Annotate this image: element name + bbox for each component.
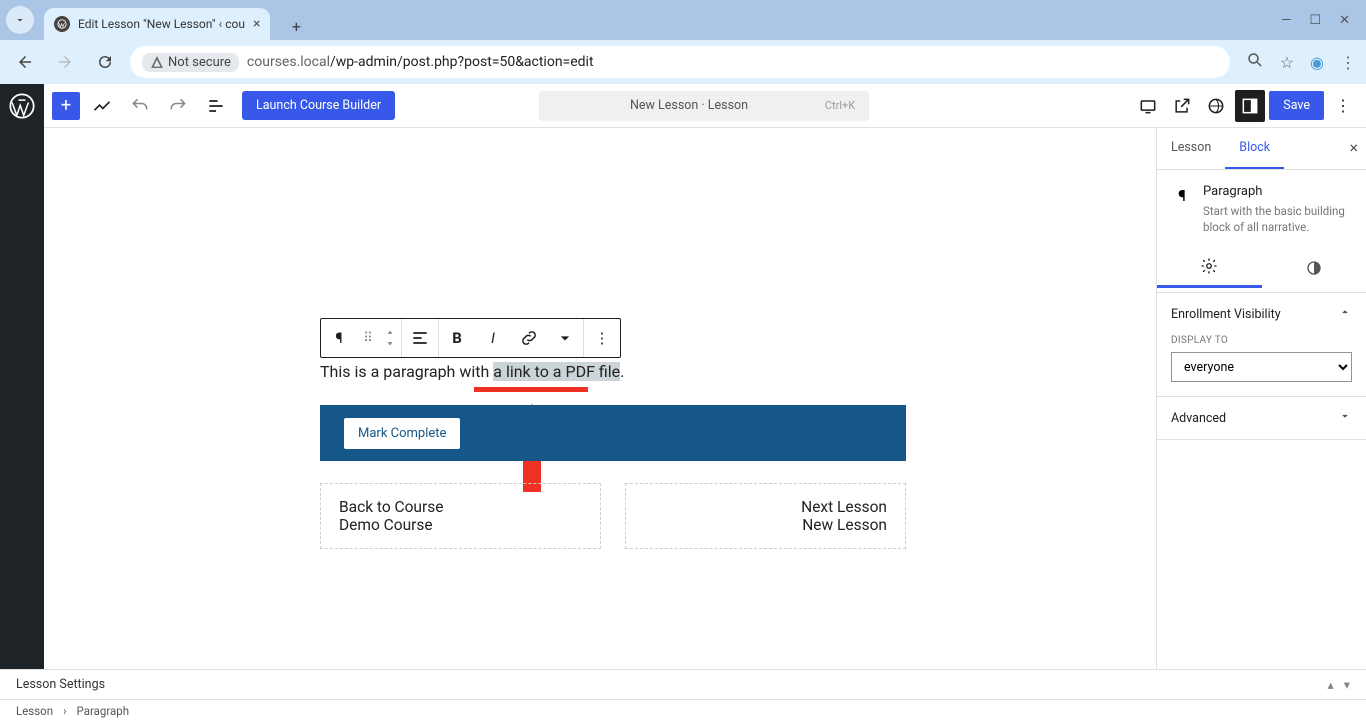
contrast-icon: [1305, 259, 1323, 277]
chevron-right-icon: ›: [63, 704, 66, 718]
drag-handle-icon[interactable]: ⠿: [357, 319, 379, 357]
extension-globe-icon[interactable]: ◉: [1310, 53, 1324, 72]
zoom-icon[interactable]: [1246, 51, 1264, 73]
forward-button[interactable]: [50, 47, 80, 77]
paragraph-type-icon[interactable]: ¶: [321, 319, 357, 357]
chevron-down-icon: [1338, 409, 1352, 427]
url-text: courses.local/wp-admin/post.php?post=50&…: [247, 54, 594, 70]
undo-button[interactable]: [124, 90, 156, 122]
editor-canvas[interactable]: ¶ ⠿ B I: [44, 128, 1156, 699]
collapse-up-icon[interactable]: ▴: [1327, 677, 1333, 693]
warning-icon: [150, 55, 164, 69]
wp-admin-sidebar[interactable]: [0, 84, 44, 699]
align-button[interactable]: [402, 319, 438, 357]
save-button[interactable]: Save: [1269, 91, 1324, 120]
tab-title: Edit Lesson "New Lesson" ‹ cou: [78, 17, 245, 31]
more-formatting-icon[interactable]: [547, 319, 583, 357]
move-arrows-icon[interactable]: [379, 319, 401, 357]
editor-header: + Launch Course Builder New Lesson · Les…: [44, 84, 1366, 128]
settings-sidebar-button[interactable]: [1235, 90, 1265, 122]
tab-block[interactable]: Block: [1225, 128, 1284, 169]
selected-text[interactable]: a link to a PDF file: [493, 362, 620, 381]
chevron-up-icon: [1338, 305, 1352, 323]
styles-tab[interactable]: [1262, 247, 1366, 288]
launch-course-builder-button[interactable]: Launch Course Builder: [242, 91, 395, 120]
prev-lesson-card[interactable]: Back to Course Demo Course: [320, 483, 601, 549]
link-button[interactable]: [511, 319, 547, 357]
block-info: ¶ Paragraph Start with the basic buildin…: [1157, 170, 1366, 243]
astra-button[interactable]: [1201, 90, 1231, 122]
display-to-select[interactable]: everyone: [1171, 352, 1352, 382]
security-chip[interactable]: Not secure: [142, 53, 239, 72]
collapse-down-icon[interactable]: ▾: [1344, 677, 1350, 693]
chrome-menu-icon[interactable]: ⋮: [1340, 53, 1356, 72]
address-bar: Not secure courses.local/wp-admin/post.p…: [0, 40, 1366, 84]
paragraph-block[interactable]: This is a paragraph with a link to a PDF…: [320, 362, 624, 381]
maximize-icon[interactable]: ☐: [1309, 13, 1321, 28]
mark-complete-bar: Mark Complete: [320, 405, 906, 461]
crumb-paragraph[interactable]: Paragraph: [77, 704, 130, 718]
document-title-bar[interactable]: New Lesson · Lesson Ctrl+K: [539, 91, 869, 121]
redo-button[interactable]: [162, 90, 194, 122]
add-block-button[interactable]: +: [52, 92, 80, 120]
reload-button[interactable]: [90, 47, 120, 77]
italic-button[interactable]: I: [475, 319, 511, 357]
gear-icon: [1200, 257, 1218, 275]
close-window-icon[interactable]: ✕: [1339, 13, 1350, 28]
breadcrumb: Lesson › Paragraph: [0, 699, 1366, 721]
display-to-label: DISPLAY TO: [1171, 335, 1352, 346]
external-link-button[interactable]: [1167, 90, 1197, 122]
lesson-settings-bar[interactable]: Lesson Settings ▴ ▾: [0, 669, 1366, 699]
mark-complete-button[interactable]: Mark Complete: [344, 418, 460, 449]
bookmark-icon[interactable]: ☆: [1280, 53, 1294, 72]
next-lesson-card[interactable]: Next Lesson New Lesson: [625, 483, 906, 549]
tab-search-button[interactable]: [6, 6, 34, 34]
back-button[interactable]: [10, 47, 40, 77]
document-overview-button[interactable]: [200, 90, 232, 122]
window-controls: — ☐ ✕: [1281, 13, 1360, 28]
wordpress-logo-icon[interactable]: [8, 92, 36, 120]
settings-tab[interactable]: [1157, 247, 1262, 288]
close-tab-icon[interactable]: ×: [253, 16, 260, 32]
block-toolbar: ¶ ⠿ B I: [320, 318, 621, 358]
block-options-icon[interactable]: ⋮: [584, 319, 620, 357]
options-button[interactable]: ⋮: [1328, 90, 1358, 122]
paragraph-icon: ¶: [1171, 184, 1193, 206]
view-button[interactable]: [1133, 90, 1163, 122]
tools-button[interactable]: [86, 90, 118, 122]
enrollment-panel-header[interactable]: Enrollment Visibility: [1157, 293, 1366, 335]
browser-tab[interactable]: Edit Lesson "New Lesson" ‹ cou ×: [44, 8, 270, 40]
minimize-icon[interactable]: —: [1281, 13, 1291, 28]
crumb-lesson[interactable]: Lesson: [16, 704, 53, 718]
wordpress-favicon-icon: [54, 16, 70, 32]
browser-tab-strip: Edit Lesson "New Lesson" ‹ cou × + — ☐ ✕: [0, 0, 1366, 40]
bold-button[interactable]: B: [439, 319, 475, 357]
advanced-panel-header[interactable]: Advanced: [1157, 397, 1366, 439]
new-tab-button[interactable]: +: [282, 12, 310, 40]
annotation-underline: [474, 387, 588, 392]
tab-lesson[interactable]: Lesson: [1157, 128, 1225, 169]
url-field[interactable]: Not secure courses.local/wp-admin/post.p…: [130, 46, 1230, 78]
close-inspector-icon[interactable]: ×: [1349, 138, 1358, 157]
inspector-sidebar: Lesson Block × ¶ Paragraph Start with th…: [1156, 128, 1366, 699]
